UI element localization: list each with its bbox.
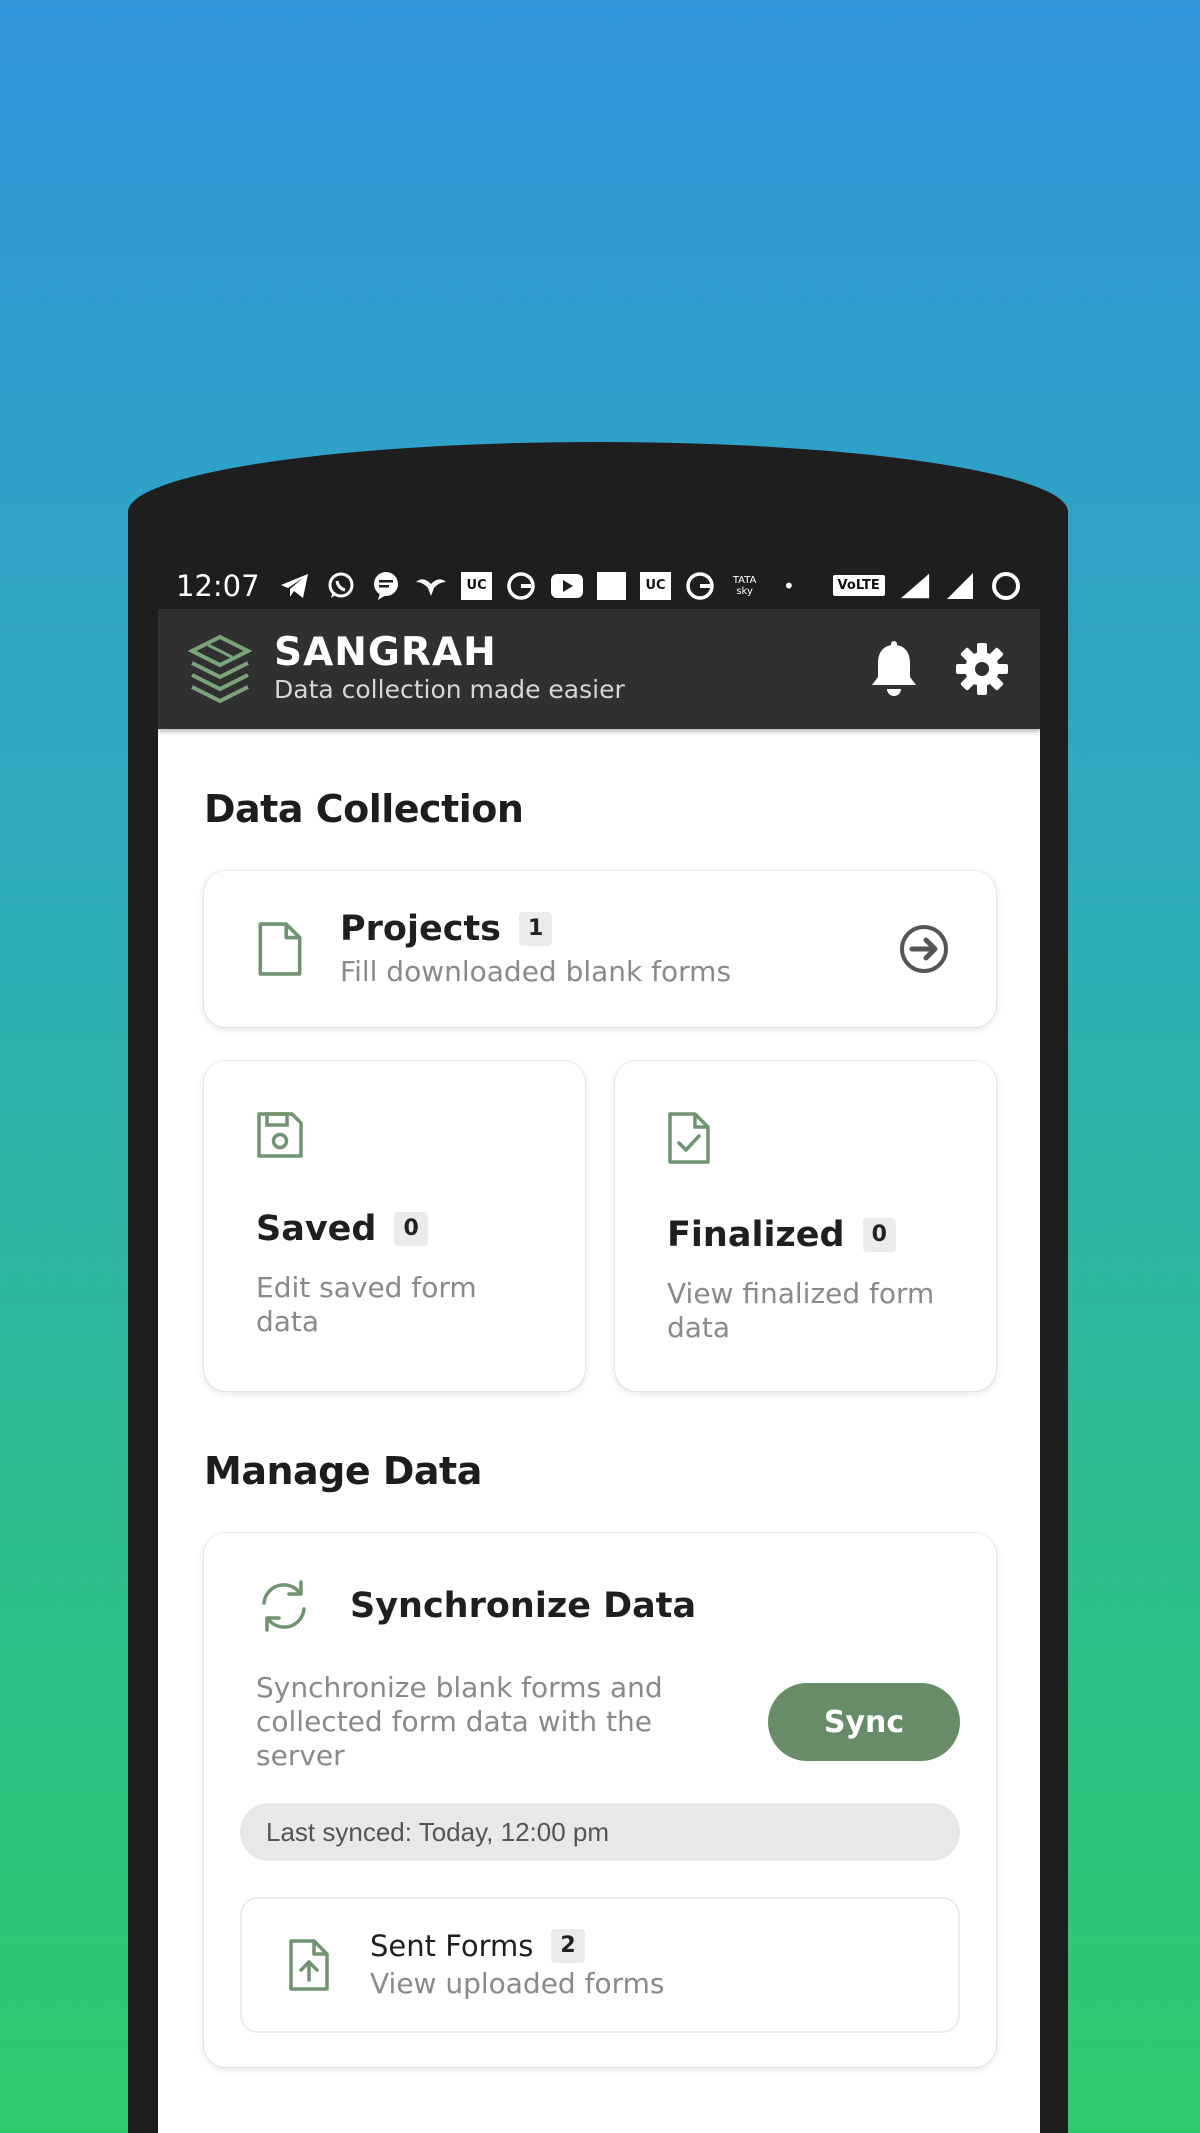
main-content: Data Collection Projects 1 Fill download… bbox=[158, 787, 1040, 2067]
signal-icon bbox=[945, 570, 976, 602]
tata-sky-icon: TATA sky bbox=[732, 574, 757, 597]
chat-icon bbox=[370, 570, 401, 602]
volte-icon: VoLTE bbox=[832, 575, 885, 596]
telegram-icon bbox=[280, 570, 311, 602]
manage-data-heading: Manage Data bbox=[204, 1449, 482, 1493]
bird-icon bbox=[415, 570, 447, 602]
document-upload-icon bbox=[289, 1939, 329, 1991]
sent-forms-title: Sent Forms bbox=[370, 1929, 534, 1963]
sent-forms-count-badge: 2 bbox=[551, 1929, 585, 1963]
finalized-card[interactable]: Finalized 0 View finalized form data bbox=[615, 1061, 996, 1391]
saved-subtitle: Edit saved form data bbox=[256, 1271, 477, 1338]
saved-title: Saved bbox=[256, 1209, 377, 1249]
white-square-icon bbox=[597, 571, 627, 600]
arrow-circle-right-icon[interactable] bbox=[898, 923, 950, 975]
sync-button[interactable]: Sync bbox=[768, 1683, 960, 1761]
brand: SANGRAH Data collection made easier bbox=[274, 632, 834, 706]
notifications-button[interactable] bbox=[866, 641, 922, 697]
youtube-icon bbox=[551, 570, 584, 602]
synchronize-card: Synchronize Data Synchronize blank forms… bbox=[204, 1533, 996, 2067]
projects-title: Projects bbox=[340, 909, 502, 949]
sent-forms-card[interactable]: Sent Forms 2 View uploaded forms bbox=[240, 1897, 960, 2033]
app-subtitle: Data collection made easier bbox=[274, 675, 625, 704]
uc-browser-icon: UC bbox=[640, 571, 671, 600]
app-title: SANGRAH bbox=[274, 630, 497, 675]
google-icon bbox=[506, 570, 537, 602]
sync-description: Synchronize blank forms and collected fo… bbox=[256, 1671, 663, 1772]
finalized-count-badge: 0 bbox=[862, 1218, 896, 1252]
google-icon bbox=[685, 570, 716, 602]
saved-count-badge: 0 bbox=[394, 1212, 428, 1246]
sent-forms-subtitle: View uploaded forms bbox=[370, 1967, 665, 2000]
projects-subtitle: Fill downloaded blank forms bbox=[340, 955, 732, 988]
document-icon bbox=[258, 922, 302, 976]
projects-card[interactable]: Projects 1 Fill downloaded blank forms bbox=[204, 871, 996, 1027]
sync-title: Synchronize Data bbox=[350, 1586, 697, 1626]
data-collection-heading: Data Collection bbox=[204, 787, 524, 831]
save-icon bbox=[257, 1112, 303, 1158]
finalized-title: Finalized bbox=[667, 1215, 845, 1255]
battery-charging-icon bbox=[990, 570, 1022, 602]
gear-icon bbox=[956, 643, 1008, 695]
sangrah-logo-icon bbox=[187, 633, 253, 705]
app-bar: SANGRAH Data collection made easier bbox=[158, 609, 1040, 729]
document-check-icon bbox=[668, 1112, 710, 1164]
settings-button[interactable] bbox=[954, 641, 1010, 697]
saved-card[interactable]: Saved 0 Edit saved form data bbox=[204, 1061, 585, 1391]
last-synced-status: Last synced: Today, 12:00 pm bbox=[240, 1803, 960, 1861]
dot-icon: • bbox=[783, 573, 795, 598]
sync-icon bbox=[262, 1580, 306, 1632]
uc-browser-icon: UC bbox=[461, 571, 492, 600]
network-4g-icon bbox=[899, 570, 931, 602]
saved-finalized-row: Saved 0 Edit saved form data Finalized 0… bbox=[204, 1061, 996, 1391]
phone-screen: 12:07 UC UC TATA sky • VoLTE SANGRAH Dat… bbox=[158, 562, 1040, 2133]
whatsapp-icon bbox=[325, 570, 356, 602]
status-bar: 12:07 UC UC TATA sky • VoLTE bbox=[158, 562, 1040, 609]
projects-count-badge: 1 bbox=[519, 912, 553, 946]
status-time: 12:07 bbox=[176, 568, 260, 603]
bell-icon bbox=[872, 641, 916, 696]
finalized-subtitle: View finalized form data bbox=[667, 1277, 935, 1344]
